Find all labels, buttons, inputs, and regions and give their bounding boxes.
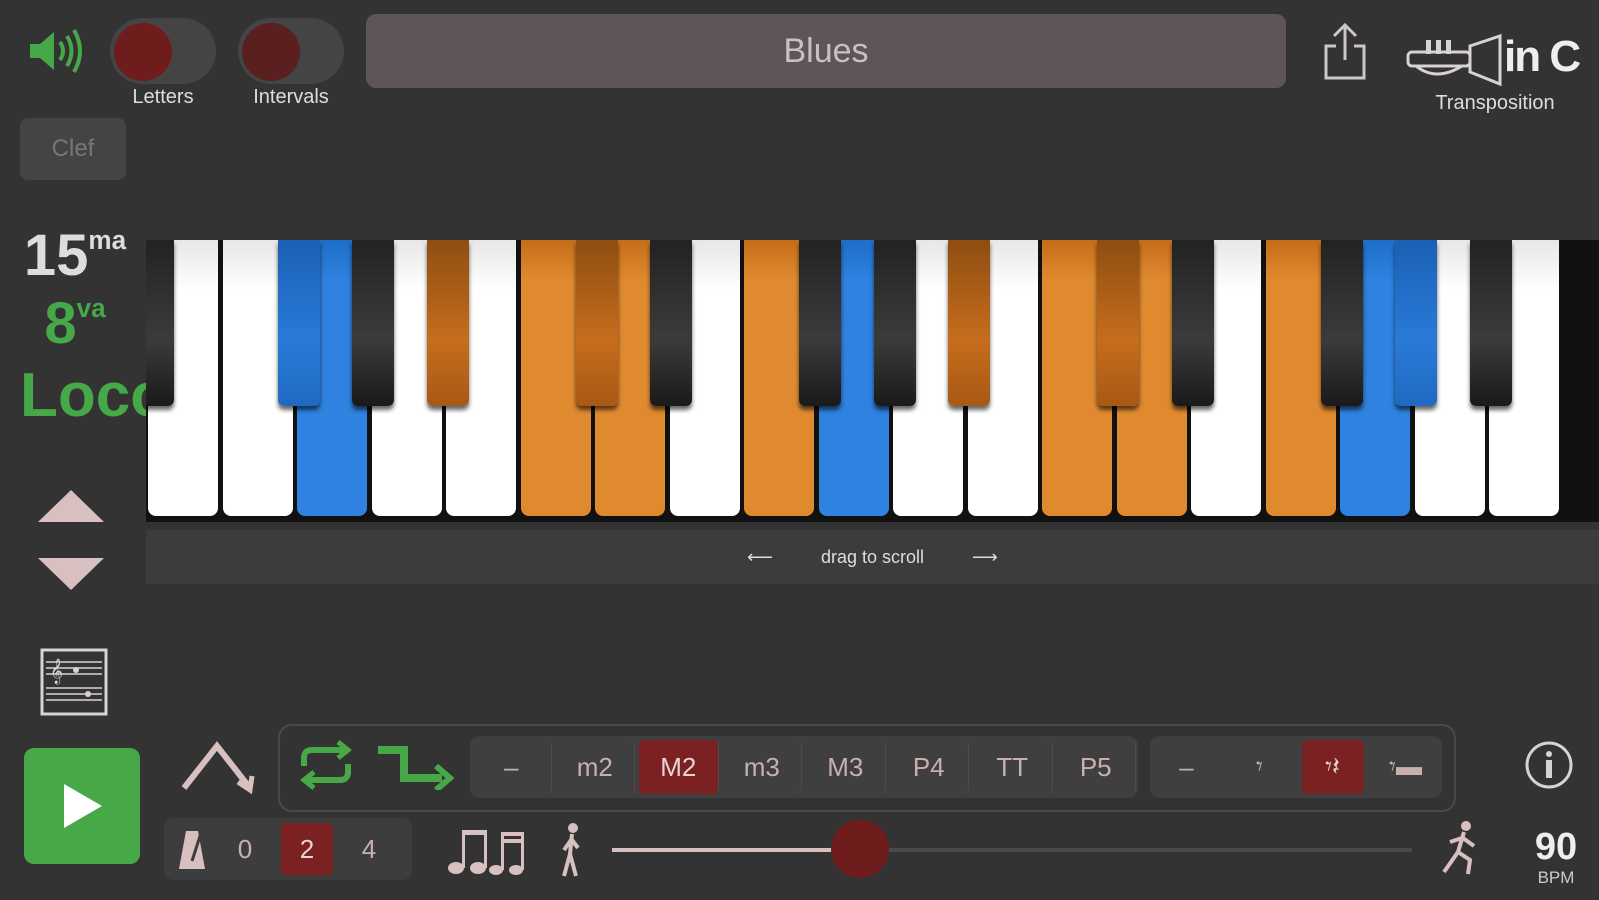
black-key[interactable] [1171,240,1214,406]
black-key[interactable] [1320,240,1363,406]
direction-icon[interactable] [178,738,256,795]
repeat-icon[interactable] [294,740,358,790]
black-key[interactable] [146,240,175,406]
count-in-option[interactable]: 2 [281,823,333,875]
clef-button[interactable]: Clef [20,118,126,180]
play-icon [64,784,102,828]
step-pattern-icon[interactable] [376,740,455,793]
letters-toggle-knob [114,23,172,81]
speaker-icon[interactable] [24,26,88,76]
transposition-label: Transposition [1435,92,1555,114]
left-arrow-icon: ⟵ [747,546,773,567]
tempo-value: 90 [1534,826,1578,868]
black-key[interactable] [873,240,916,406]
clef-label: Clef [51,135,95,162]
black-key[interactable] [1097,240,1140,406]
tempo-slider-thumb[interactable] [831,820,889,878]
transposition-key: in C [1504,32,1581,81]
interval-option[interactable]: – [472,740,552,794]
black-key[interactable] [1469,240,1512,406]
octave-loco[interactable]: Loco [20,360,168,431]
tempo-slider-fill [612,848,860,852]
share-icon[interactable] [1320,22,1370,82]
transposition-button[interactable]: in C Transposition [1400,18,1590,118]
rest-option[interactable]: – [1156,740,1218,794]
black-key[interactable] [575,240,618,406]
black-key[interactable] [650,240,693,406]
octave-up-icon[interactable] [36,486,106,526]
black-key[interactable] [1395,240,1438,406]
rest-selector: – 𝄾 𝄾𝄽 𝄾▬ [1150,736,1442,798]
sheet-music-icon[interactable]: 𝄞 [40,648,108,716]
interval-option[interactable]: M2 [639,740,719,794]
interval-option[interactable]: TT [973,740,1053,794]
scroll-strip[interactable]: ⟵ drag to scroll ⟶ [146,530,1599,584]
black-key[interactable] [426,240,469,406]
piano-keyboard[interactable] [146,240,1599,522]
intervals-toggle[interactable] [238,18,344,84]
letters-label: Letters [132,86,194,108]
note-value-icon[interactable] [446,822,526,878]
interval-option[interactable]: P5 [1057,740,1136,794]
black-key[interactable] [948,240,991,406]
trumpet-icon [1406,32,1502,88]
black-key[interactable] [352,240,395,406]
rest-option[interactable]: 𝄾▬ [1375,740,1437,794]
rest-option[interactable]: 𝄾 [1229,740,1291,794]
count-in-option[interactable]: 4 [343,823,395,875]
play-button[interactable] [24,748,140,864]
scroll-hint: drag to scroll [820,546,925,567]
interval-option[interactable]: m2 [556,740,635,794]
tempo-slider[interactable] [612,820,1412,878]
scale-selector[interactable]: Blues [366,14,1286,88]
running-icon [1438,820,1482,876]
intervals-label: Intervals [253,86,329,108]
black-key[interactable] [277,240,320,406]
rest-option[interactable]: 𝄾𝄽 [1301,740,1364,794]
info-icon[interactable] [1524,740,1574,790]
letters-toggle[interactable] [110,18,216,84]
svg-text:𝄞: 𝄞 [50,658,63,684]
intervals-toggle-knob [242,23,300,81]
walking-icon [556,822,586,878]
count-in-option[interactable]: 0 [219,823,271,875]
octave-down-icon[interactable] [36,554,106,594]
interval-option[interactable]: P4 [890,740,969,794]
octave-8va[interactable]: 8va [20,290,130,357]
interval-option[interactable]: M3 [806,740,886,794]
metronome-icon [170,823,214,875]
tempo-unit: BPM [1537,868,1575,887]
interval-option[interactable]: m3 [723,740,802,794]
black-key[interactable] [799,240,842,406]
octave-15ma[interactable]: 15ma [20,222,130,289]
count-in-selector: 024 [164,818,412,880]
scale-name: Blues [783,31,869,70]
interval-selector: – m2 M2 m3 M3 P4 TT P5 [470,736,1138,798]
right-arrow-icon: ⟶ [972,546,998,567]
